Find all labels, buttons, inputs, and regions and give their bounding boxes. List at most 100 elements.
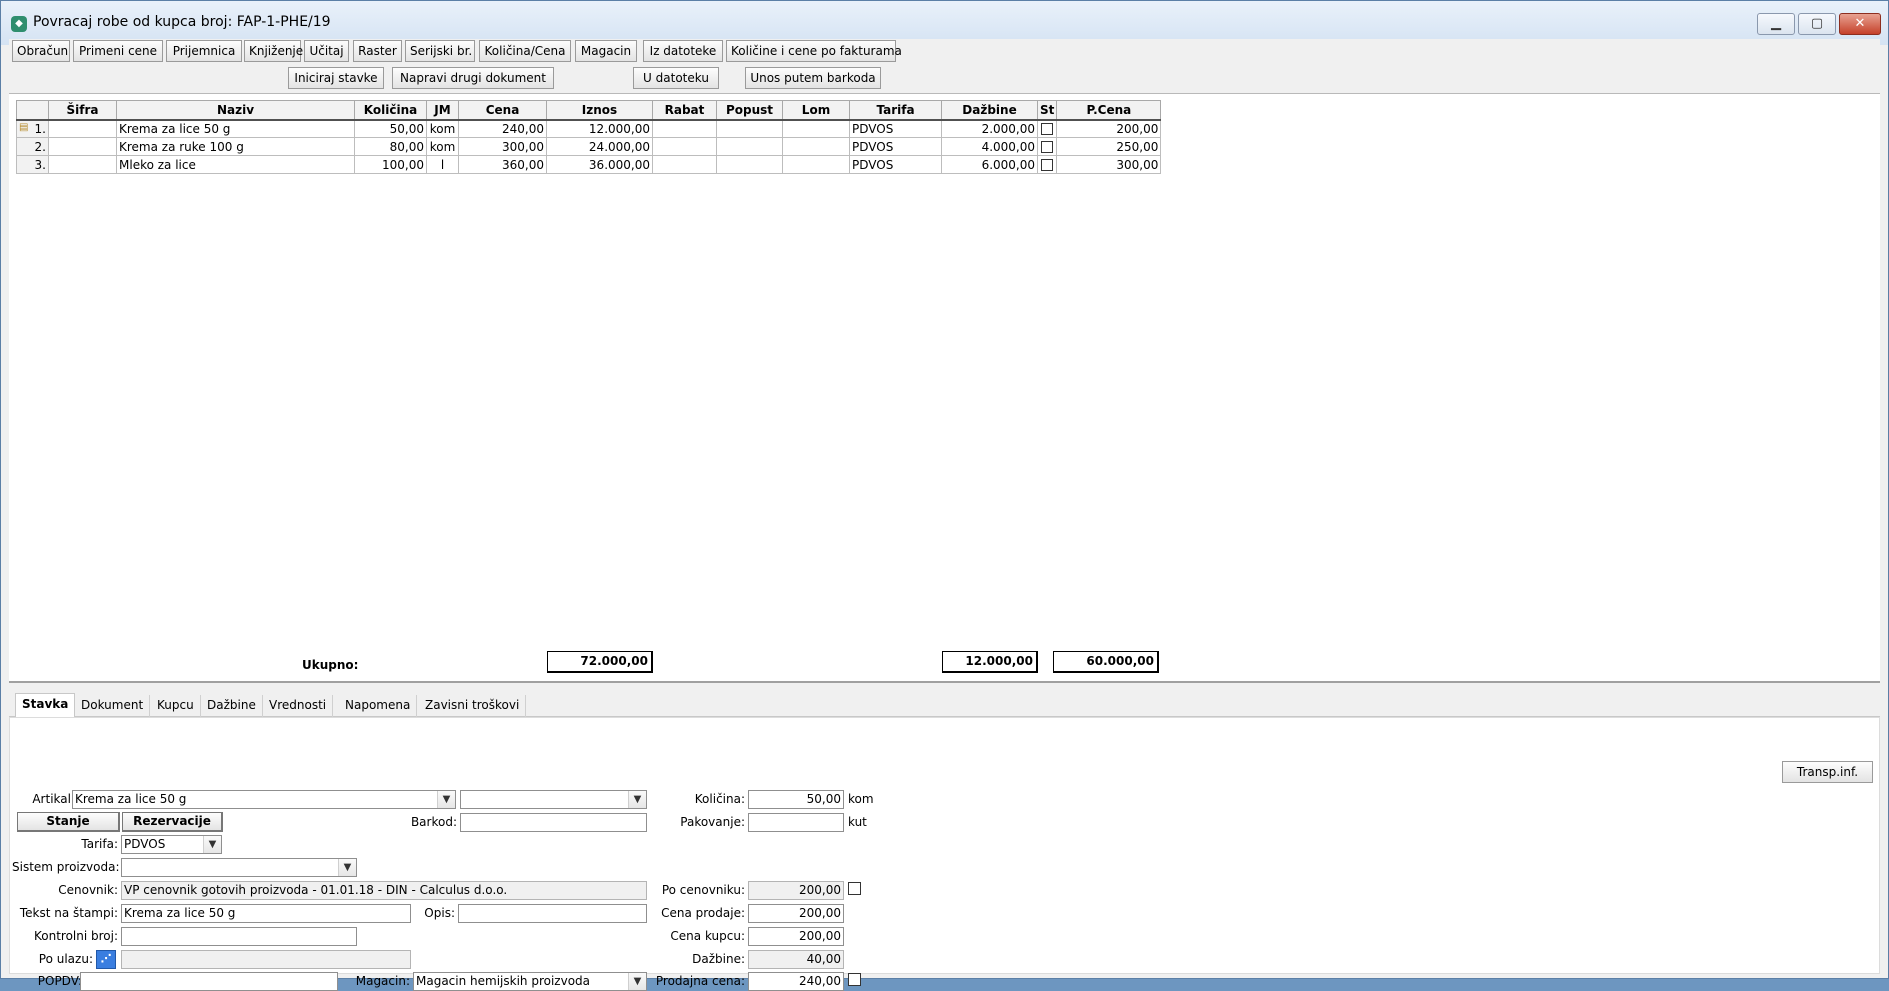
cell-kolicina[interactable]: 100,00 <box>354 155 427 174</box>
table-row[interactable]: 3. Mleko za lice 100,00 l 360,00 36.000,… <box>16 155 1162 174</box>
transp-inf-button[interactable]: Transp.inf. <box>1782 761 1873 783</box>
col-header-kolicina[interactable]: Količina <box>354 100 427 121</box>
rezervacije-button[interactable]: Rezervacije <box>122 812 223 832</box>
cell-naziv[interactable]: Krema za ruke 100 g <box>116 137 355 156</box>
col-header-dazbine[interactable]: Dažbine <box>941 100 1038 121</box>
cell-cena[interactable]: 240,00 <box>458 119 547 138</box>
opis-input[interactable] <box>458 904 647 923</box>
prijemnica-button[interactable]: Prijemnica <box>166 40 242 62</box>
cell-kolicina[interactable]: 80,00 <box>354 137 427 156</box>
cell-dazbine[interactable]: 6.000,00 <box>941 155 1038 174</box>
magacin-combobox[interactable]: Magacin hemijskih proizvoda ▼ <box>413 972 647 991</box>
unos-putem-barkoda-button[interactable]: Unos putem barkoda <box>745 67 881 89</box>
cell-lom[interactable] <box>782 137 850 156</box>
cell-popust[interactable] <box>716 137 783 156</box>
chevron-down-icon[interactable]: ▼ <box>338 859 356 876</box>
col-header-tarifa[interactable]: Tarifa <box>849 100 942 121</box>
row-number[interactable]: ▤ 1. <box>16 119 49 138</box>
table-row[interactable]: 2. Krema za ruke 100 g 80,00 kom 300,00 … <box>16 137 1162 156</box>
pakovanje-input[interactable] <box>748 813 844 832</box>
cell-iznos[interactable]: 24.000,00 <box>546 137 653 156</box>
tekst-na-stampi-input[interactable]: Krema za lice 50 g <box>121 904 411 923</box>
cell-rabat[interactable] <box>652 137 717 156</box>
cell-tarifa[interactable]: PDVOS <box>849 137 942 156</box>
stanje-button[interactable]: Stanje <box>17 812 120 832</box>
cena-kupcu-input[interactable]: 200,00 <box>748 927 844 946</box>
table-row[interactable]: ▤ 1. Krema za lice 50 g 50,00 kom 240,00 … <box>16 119 1162 138</box>
st-checkbox[interactable] <box>1041 141 1054 153</box>
u-datoteku-button[interactable]: U datoteku <box>633 67 719 89</box>
col-header-popust[interactable]: Popust <box>716 100 783 121</box>
ucitaj-button[interactable]: Učitaj <box>304 40 349 62</box>
tab-dazbine[interactable]: Dažbine <box>201 695 263 717</box>
kontrolni-broj-input[interactable] <box>121 927 357 946</box>
cell-iznos[interactable]: 36.000,00 <box>546 155 653 174</box>
cell-jm[interactable]: kom <box>426 137 459 156</box>
cena-prodaje-input[interactable]: 200,00 <box>748 904 844 923</box>
sistem-proizvoda-combobox[interactable]: ▼ <box>121 858 357 877</box>
minimize-button[interactable]: ▁ <box>1757 13 1795 35</box>
cell-st[interactable] <box>1036 155 1058 174</box>
tab-stavka[interactable]: Stavka <box>15 693 76 718</box>
cell-dazbine[interactable]: 2.000,00 <box>941 119 1038 138</box>
cell-naziv[interactable]: Krema za lice 50 g <box>116 119 355 138</box>
cell-cena[interactable]: 300,00 <box>458 137 547 156</box>
col-header-naziv[interactable]: Naziv <box>116 100 355 121</box>
tab-vrednosti[interactable]: Vrednosti <box>263 695 334 717</box>
cell-iznos[interactable]: 12.000,00 <box>546 119 653 138</box>
cell-rabat[interactable] <box>652 119 717 138</box>
serijski-br-button[interactable]: Serijski br. <box>405 40 475 62</box>
st-checkbox[interactable] <box>1041 159 1054 171</box>
dots-icon[interactable]: ⋰ <box>96 950 116 969</box>
iz-datoteke-button[interactable]: Iz datoteke <box>643 40 723 62</box>
prodajna-cena-input[interactable]: 240,00 <box>748 972 844 991</box>
cell-lom[interactable] <box>782 119 850 138</box>
col-header-pcena[interactable]: P.Cena <box>1056 100 1162 121</box>
cell-sifra[interactable] <box>48 155 117 174</box>
col-header-cena[interactable]: Cena <box>458 100 547 121</box>
cell-pcena[interactable]: 250,00 <box>1056 137 1162 156</box>
cell-pcena[interactable]: 300,00 <box>1056 155 1162 174</box>
cell-kolicina[interactable]: 50,00 <box>354 119 427 138</box>
col-header-iznos[interactable]: Iznos <box>546 100 653 121</box>
tab-kupcu[interactable]: Kupcu <box>151 695 201 717</box>
kolicina-cena-button[interactable]: Količina/Cena <box>479 40 571 62</box>
artikal-variant-combobox[interactable]: ▼ <box>460 790 647 809</box>
tab-dokument[interactable]: Dokument <box>75 695 151 717</box>
cell-cena[interactable]: 360,00 <box>458 155 547 174</box>
artikal-combobox[interactable]: Krema za lice 50 g ▼ <box>72 790 456 809</box>
cell-tarifa[interactable]: PDVOS <box>849 119 942 138</box>
cell-sifra[interactable] <box>48 119 117 138</box>
col-header-sifra[interactable]: Šifra <box>48 100 117 121</box>
primeni-cene-button[interactable]: Primeni cene <box>73 40 163 62</box>
popdv-input[interactable] <box>80 972 338 991</box>
cell-st[interactable] <box>1036 119 1058 138</box>
maximize-button[interactable]: ▢ <box>1798 13 1836 35</box>
kolicine-cene-fakturama-button[interactable]: Količine i cene po fakturama <box>726 40 902 62</box>
cell-popust[interactable] <box>716 155 783 174</box>
napravi-drugi-dokument-button[interactable]: Napravi drugi dokument <box>392 67 554 89</box>
knjizenje-button[interactable]: Knjiženje <box>244 40 303 62</box>
raster-button[interactable]: Raster <box>353 40 402 62</box>
cell-naziv[interactable]: Mleko za lice <box>116 155 355 174</box>
col-header-jm[interactable]: JM <box>426 100 459 121</box>
cell-rabat[interactable] <box>652 155 717 174</box>
chevron-down-icon[interactable]: ▼ <box>203 836 221 853</box>
row-number[interactable]: 2. <box>16 137 49 156</box>
prodajna-cena-checkbox[interactable] <box>848 973 861 986</box>
cell-lom[interactable] <box>782 155 850 174</box>
iniciraj-stavke-button[interactable]: Iniciraj stavke <box>288 67 384 89</box>
chevron-down-icon[interactable]: ▼ <box>437 791 455 808</box>
cell-dazbine[interactable]: 4.000,00 <box>941 137 1038 156</box>
col-header-rownum[interactable] <box>16 100 49 121</box>
cell-tarifa[interactable]: PDVOS <box>849 155 942 174</box>
row-number[interactable]: 3. <box>16 155 49 174</box>
tab-zavisni-troskovi[interactable]: Zavisni troškovi <box>419 695 527 717</box>
cell-pcena[interactable]: 200,00 <box>1056 119 1162 138</box>
col-header-st[interactable]: St <box>1036 100 1058 121</box>
cell-st[interactable] <box>1036 137 1058 156</box>
cell-jm[interactable]: l <box>426 155 459 174</box>
close-button[interactable]: ✕ <box>1839 13 1881 35</box>
kolicina-input[interactable]: 50,00 <box>748 790 844 809</box>
magacin-button[interactable]: Magacin <box>575 40 637 62</box>
